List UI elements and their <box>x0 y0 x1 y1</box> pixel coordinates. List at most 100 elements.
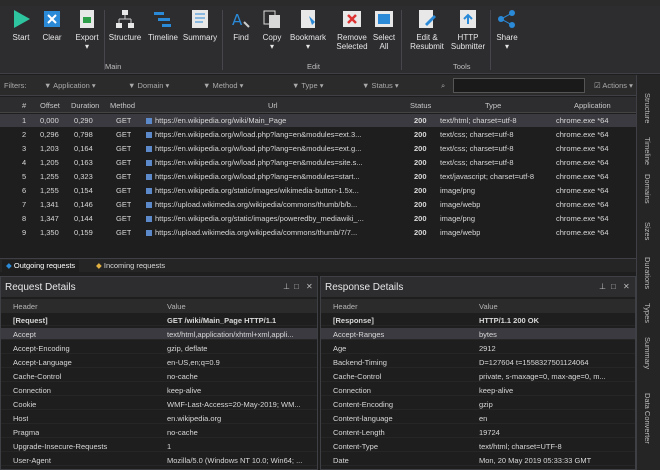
summary-button[interactable]: Summary <box>182 8 218 42</box>
cell-app: chrome.exe *64 <box>556 158 609 167</box>
col-type[interactable]: Type <box>485 101 501 110</box>
cell-url: https://en.wikipedia.org/w/load.php?lang… <box>146 172 402 181</box>
pin-icon[interactable]: ⊥ <box>599 282 606 291</box>
table-row[interactable]: 8 1,347 0,144 GET https://en.wikipedia.org/s… <box>0 212 636 225</box>
detail-row[interactable]: Content-Encoding gzip <box>321 398 635 410</box>
share-button[interactable]: Share ▾ <box>494 8 520 51</box>
cell-status: 200 <box>414 228 427 237</box>
detail-row[interactable]: Content-Type text/html; charset=UTF-8 <box>321 440 635 452</box>
bookmark-button[interactable]: Bookmark ▾ <box>288 8 328 51</box>
col-status[interactable]: Status <box>410 101 431 110</box>
method-filter[interactable]: ▼ Method ▾ <box>203 81 243 90</box>
side-tab-data-converter[interactable]: Data Converter <box>643 393 652 444</box>
detail-row[interactable]: Accept text/html,application/xhtml+xml,ap… <box>1 328 317 340</box>
detail-header: Host <box>13 414 29 423</box>
col-method[interactable]: Method <box>110 101 135 110</box>
detail-row[interactable]: Cache-Control no-cache <box>1 370 317 382</box>
detail-row[interactable]: Cache-Control private, s-maxage=0, max-ag… <box>321 370 635 382</box>
col-application[interactable]: Application <box>574 101 611 110</box>
copy-button[interactable]: Copy ▾ <box>258 8 286 51</box>
incoming-icon: ◆ <box>96 261 104 270</box>
detail-row[interactable]: Content-Length 19724 <box>321 426 635 438</box>
maximize-icon[interactable]: □ <box>611 282 616 291</box>
detail-row[interactable]: Accept-Language en-US,en;q=0.9 <box>1 356 317 368</box>
side-tab-sizes[interactable]: Sizes <box>643 222 652 240</box>
cell-duration: 0,144 <box>74 214 93 223</box>
side-tab-types[interactable]: Types <box>643 303 652 323</box>
http-submitter-button[interactable]: HTTP Submitter <box>448 8 488 51</box>
detail-row[interactable]: Host en.wikipedia.org <box>1 412 317 424</box>
cell-offset: 0,296 <box>40 130 59 139</box>
detail-value: text/html; charset=UTF-8 <box>479 442 562 451</box>
table-row[interactable]: 6 1,255 0,154 GET https://en.wikipedia.org/s… <box>0 184 636 197</box>
detail-header: User-Agent <box>13 456 51 465</box>
col-duration[interactable]: Duration <box>71 101 99 110</box>
detail-row[interactable]: Date Mon, 20 May 2019 05:33:33 GMT <box>321 454 635 466</box>
detail-row[interactable]: User-Agent Mozilla/5.0 (Windows NT 10.0; … <box>1 454 317 466</box>
table-row[interactable]: 7 1,341 0,146 GET https://upload.wikimedia.o… <box>0 198 636 211</box>
detail-header: Cache-Control <box>13 372 62 381</box>
side-tab-timeline[interactable]: Timeline <box>643 137 652 165</box>
domain-filter[interactable]: ▼ Domain ▾ <box>128 81 169 90</box>
detail-row[interactable]: Accept-Encoding gzip, deflate <box>1 342 317 354</box>
side-tab-durations[interactable]: Durations <box>643 257 652 289</box>
play-icon <box>14 10 30 28</box>
col-url[interactable]: Url <box>268 101 278 110</box>
detail-row[interactable]: Upgrade-Insecure-Requests 1 <box>1 440 317 452</box>
chevron-down-icon: ▾ <box>504 42 509 51</box>
cell-method: GET <box>116 116 132 125</box>
pin-icon[interactable]: ⊥ <box>283 282 290 291</box>
detail-row[interactable]: Accept-Ranges bytes <box>321 328 635 340</box>
tab-incoming-requests[interactable]: ◆ Incoming requests <box>92 260 169 272</box>
tab-outgoing-requests[interactable]: ◆ Outgoing requests <box>2 260 80 272</box>
detail-row[interactable]: Age 2912 <box>321 342 635 354</box>
detail-row[interactable]: Backend-Timing D=127604 t=155832750112406… <box>321 356 635 368</box>
detail-row[interactable]: [Response] HTTP/1.1 200 OK <box>321 314 635 326</box>
request-header-row: Header Value <box>1 299 317 313</box>
clear-button[interactable]: Clear <box>38 8 66 42</box>
table-row[interactable]: 5 1,255 0,323 GET https://en.wikipedia.org/w… <box>0 170 636 183</box>
cell-status: 200 <box>414 158 427 167</box>
type-filter[interactable]: ▼ Type ▾ <box>292 81 324 90</box>
structure-button[interactable]: Structure <box>106 8 144 42</box>
detail-row[interactable]: Pragma no-cache <box>1 426 317 438</box>
detail-header: Content-language <box>333 414 393 423</box>
close-icon[interactable]: ✕ <box>306 282 313 291</box>
timeline-button[interactable]: Timeline <box>145 8 181 42</box>
table-row[interactable]: 3 1,203 0,164 GET https://en.wikipedia.org/w… <box>0 142 636 155</box>
detail-row[interactable]: Content-language en <box>321 412 635 424</box>
detail-row[interactable]: Connection keep-alive <box>1 384 317 396</box>
close-icon[interactable]: ✕ <box>623 282 630 291</box>
detail-row[interactable]: [Request] GET /wiki/Main_Page HTTP/1.1 <box>1 314 317 326</box>
detail-row[interactable]: Connection keep-alive <box>321 384 635 396</box>
response-details-title: Response Details <box>321 277 635 297</box>
table-row[interactable]: 9 1,350 0,159 GET https://upload.wikimedia.o… <box>0 226 636 239</box>
clear-icon <box>44 11 60 27</box>
bookmark-icon <box>301 10 315 28</box>
cell-n: 7 <box>22 200 27 209</box>
maximize-icon[interactable]: □ <box>294 282 299 291</box>
find-button[interactable]: A Find <box>230 8 252 42</box>
search-input[interactable] <box>453 78 585 93</box>
cell-type: text/html; charset=utf-8 <box>440 116 517 125</box>
application-filter[interactable]: ▼ Application ▾ <box>44 81 96 90</box>
col-number[interactable]: # <box>22 101 26 110</box>
col-offset[interactable]: Offset <box>40 101 60 110</box>
remove-selected-button[interactable]: Remove Selected <box>333 8 371 51</box>
table-row[interactable]: 2 0,296 0,798 GET https://en.wikipedia.org/w… <box>0 128 636 141</box>
side-tab-structure[interactable]: Structure <box>643 93 652 123</box>
detail-value: bytes <box>479 330 497 339</box>
start-button[interactable]: Start <box>8 8 34 42</box>
table-row[interactable]: 1 0,000 0,290 GET https://en.wikipedia.org/w… <box>0 114 636 127</box>
side-tab-domains[interactable]: Domains <box>643 174 652 204</box>
detail-row[interactable]: Cookie WMF-Last-Access=20-May-2019; WM... <box>1 398 317 410</box>
actions-button[interactable]: ☑ Actions ▾ <box>594 81 633 90</box>
export-button[interactable]: Export ▾ <box>72 8 102 51</box>
side-tab-summary[interactable]: Summary <box>643 337 652 369</box>
page-icon <box>146 160 152 167</box>
select-all-button[interactable]: Select All <box>371 8 397 51</box>
status-filter[interactable]: ▼ Status ▾ <box>362 81 399 90</box>
remove-icon <box>343 11 361 27</box>
table-row[interactable]: 4 1,205 0,163 GET https://en.wikipedia.org/w… <box>0 156 636 169</box>
edit-resubmit-button[interactable]: Edit & Resubmit <box>406 8 448 51</box>
